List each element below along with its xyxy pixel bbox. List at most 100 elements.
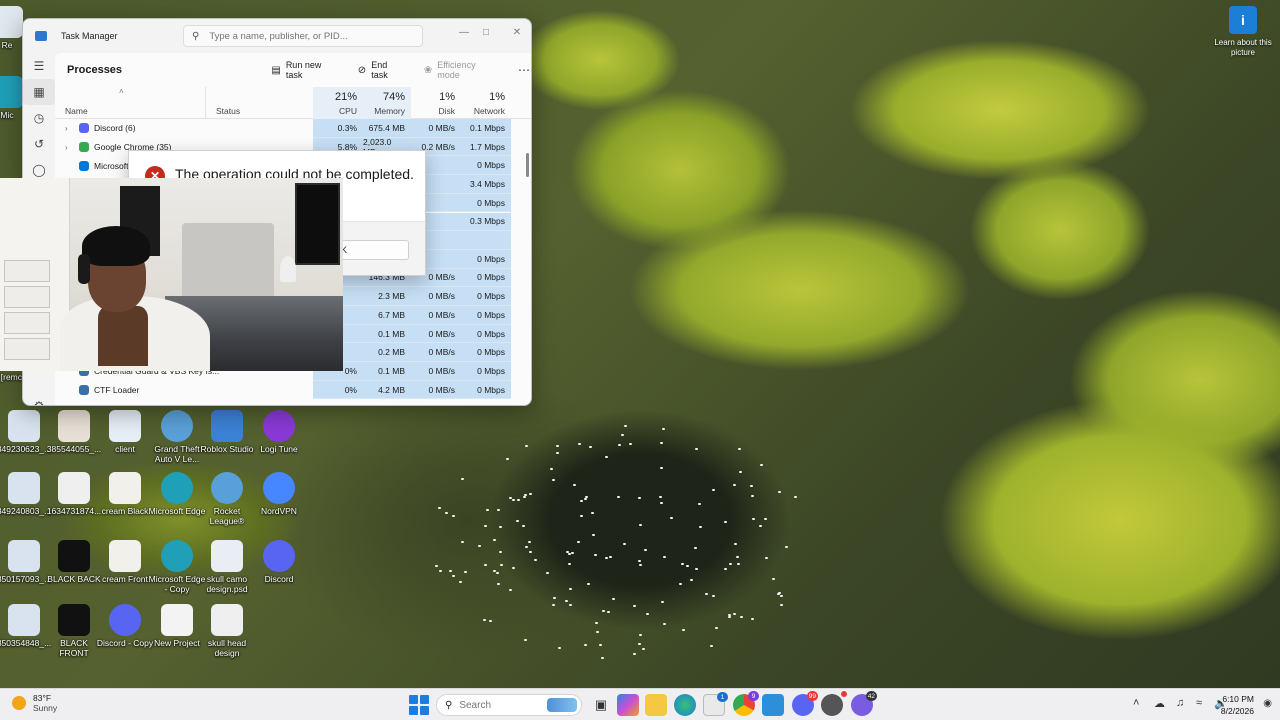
desktop-icon[interactable]: 385544055_... [45, 410, 103, 454]
bird [686, 564, 690, 567]
photos-icon[interactable] [762, 694, 784, 716]
bird [764, 517, 767, 520]
bird [483, 618, 487, 621]
bird [595, 622, 599, 625]
desktop-icon[interactable]: Logi Tune [250, 410, 308, 454]
desktop-icon[interactable]: 1634731874... [45, 472, 103, 516]
process-search-input[interactable] [209, 30, 410, 42]
desktop-icon[interactable]: BLACK FRONT [45, 604, 103, 658]
clock[interactable]: 6:10 PM 8/2/2026 [1221, 693, 1254, 717]
recycle-bin-icon [0, 6, 23, 38]
file-explorer-icon[interactable] [645, 694, 667, 716]
edge-icon[interactable] [674, 694, 696, 716]
desktop-icon[interactable]: skull head design [198, 604, 256, 658]
desktop-icon[interactable]: Rocket League® [198, 472, 256, 526]
bird [679, 582, 683, 585]
cell-net: 0 Mbps [461, 268, 511, 288]
table-row[interactable]: › Discord (6) 0.3% 675.4 MB 0 MB/s 0.1 Mbps [55, 119, 521, 138]
chrome-icon[interactable]: 9 [733, 691, 759, 716]
process-search[interactable]: ⚲ [183, 25, 423, 47]
image-icon [8, 540, 40, 572]
weather-widget[interactable]: 83°F Sunny [12, 693, 57, 713]
learn-about-picture[interactable]: i Learn about this picture [1212, 6, 1274, 58]
bird [439, 570, 443, 573]
onedrive-icon[interactable]: ☁ [1154, 697, 1165, 710]
task-view-icon[interactable]: ▣ [590, 694, 612, 716]
desktop-icon[interactable]: Discord [250, 540, 308, 584]
lamp [280, 256, 296, 282]
run-new-task-button[interactable]: ▤ Run new task [271, 60, 339, 80]
bird [682, 629, 686, 632]
store-icon[interactable]: 1 [703, 692, 728, 716]
discord-icon[interactable]: 99 [792, 691, 818, 716]
bird [438, 506, 442, 509]
bird [732, 484, 736, 487]
bird [638, 634, 642, 637]
tray-overflow-icon[interactable]: ˄ [1133, 697, 1139, 709]
bird [493, 538, 497, 541]
scrollbar[interactable] [526, 153, 529, 177]
notifications-icon[interactable]: ◉ [1263, 698, 1272, 709]
bird [592, 533, 596, 536]
title-bar[interactable]: Task Manager ⚲ — □ ✕ [23, 19, 531, 53]
bird [449, 570, 453, 573]
active-app-icon[interactable]: 42 [851, 691, 877, 716]
cell-net: 0 Mbps [461, 193, 511, 213]
more-options-icon[interactable]: ⋯ [518, 63, 531, 77]
cell-disk: 0 MB/s [411, 380, 461, 400]
copilot-icon[interactable] [617, 694, 639, 716]
cell-net: 0.1 Mbps [461, 119, 511, 138]
process-name: Microsoft [65, 156, 128, 175]
maximize-button[interactable]: □ [473, 23, 499, 41]
edge-icon [161, 472, 193, 504]
column-disk[interactable]: 1% Disk [411, 87, 461, 119]
bird [549, 467, 553, 470]
process-icon [79, 123, 89, 134]
cell-net: 0 Mbps [461, 287, 511, 306]
settings-icon[interactable]: ⚙ [23, 393, 55, 405]
bird [628, 443, 632, 446]
taskbar-search[interactable]: ⚲ [436, 694, 582, 716]
bird [461, 477, 465, 480]
taskbar-search-input[interactable] [459, 699, 540, 711]
desktop-icon[interactable]: Discord - Copy [96, 604, 154, 648]
cell-cpu: 0% [313, 380, 363, 400]
microphone-icon[interactable]: ♫ [1176, 697, 1184, 709]
start-button[interactable] [409, 695, 429, 715]
bird [662, 428, 666, 431]
efficiency-mode-button[interactable]: ❀ Efficiency mode [424, 60, 500, 80]
desktop-icon[interactable]: cream Black [96, 472, 154, 516]
cell-mem: 0.2 MB [363, 343, 411, 363]
wifi-icon[interactable]: ≈ [1196, 697, 1202, 709]
desktop-icon[interactable]: NordVPN [250, 472, 308, 516]
column-status[interactable]: Status [205, 87, 313, 119]
bird [488, 620, 492, 623]
column-network[interactable]: 1% Network [461, 87, 511, 119]
table-row[interactable]: CTF Loader 0% 4.2 MB 0 MB/s 0 Mbps [55, 380, 521, 400]
processes-icon[interactable]: ▦ [23, 79, 55, 105]
bird [452, 574, 456, 577]
end-task-button[interactable]: ⊘ End task [358, 60, 406, 80]
desktop-icon[interactable]: cream Front [96, 540, 154, 584]
performance-icon[interactable]: ◷ [23, 105, 55, 131]
desktop-icon[interactable]: BLACK BACK [45, 540, 103, 584]
bird [525, 545, 529, 548]
bird [777, 490, 781, 493]
bird [598, 644, 602, 647]
column-memory[interactable]: 74% Memory [363, 87, 411, 119]
close-button[interactable]: ✕ [504, 23, 530, 41]
column-name[interactable]: ˄ Name [55, 87, 205, 119]
desktop-icon[interactable]: Roblox Studio [198, 410, 256, 454]
column-cpu[interactable]: 21% CPU [313, 87, 363, 119]
desktop-icon-edge-3[interactable]: [remc [0, 372, 22, 382]
hamburger-icon[interactable]: ☰ [23, 53, 55, 79]
expand-chevron-icon[interactable]: › [65, 143, 79, 152]
bird [660, 501, 664, 504]
desktop-icon[interactable]: skull camo design.psd [198, 540, 256, 594]
app-history-icon[interactable]: ↺ [23, 131, 55, 157]
bird [584, 497, 588, 500]
desktop-icon[interactable]: client [96, 410, 154, 454]
expand-chevron-icon[interactable]: › [65, 124, 79, 133]
bird [525, 445, 529, 448]
app-icon[interactable] [821, 691, 847, 716]
